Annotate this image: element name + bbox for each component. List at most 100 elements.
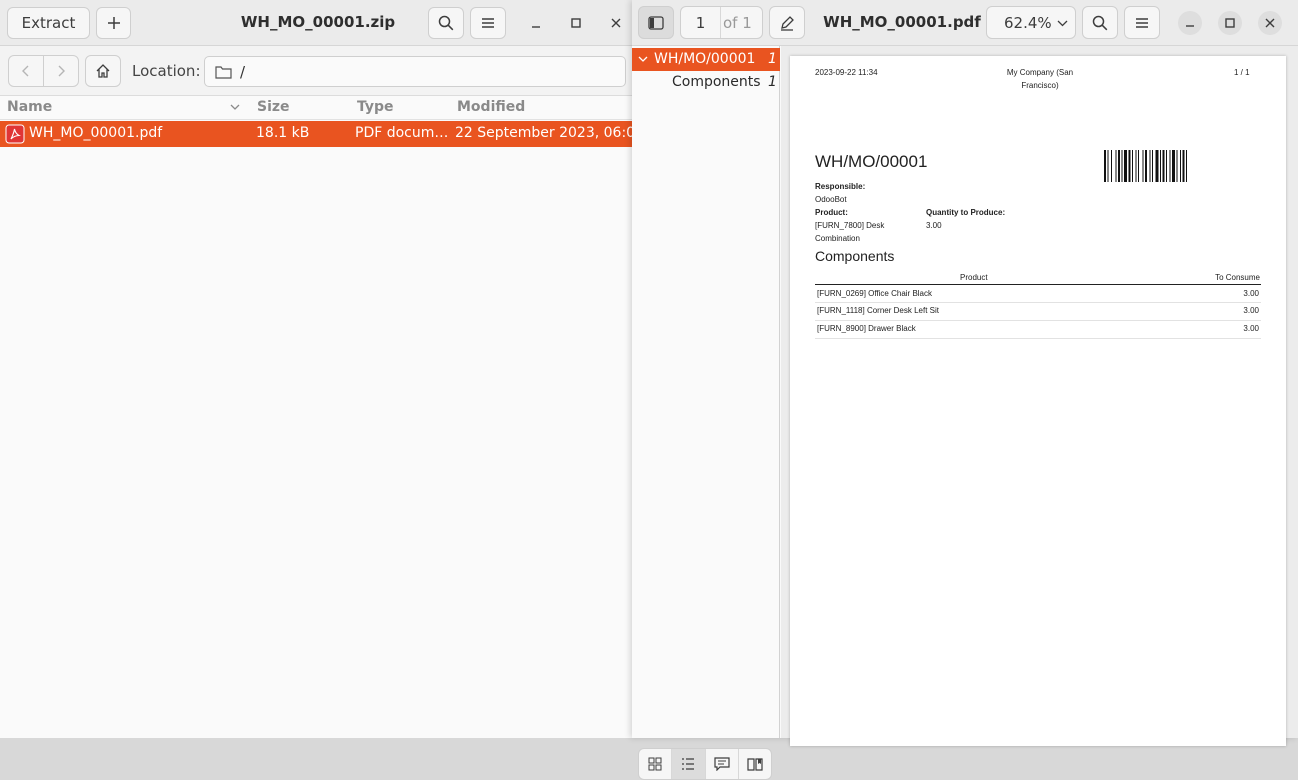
hamburger-icon (1136, 17, 1148, 28)
table-header-product: Product (960, 273, 988, 282)
component-product: [FURN_1118] Corner Desk Left Sit (817, 306, 939, 315)
archive-manager-window: Extract WH_MO_00001.zip Location: / Name… (0, 0, 644, 738)
quantity-value: 3.00 (926, 221, 942, 230)
expander-down-icon[interactable] (638, 56, 648, 63)
column-size-header[interactable]: Size (257, 99, 290, 115)
location-label: Location: (132, 62, 201, 80)
page-counter: 1 / 1 (1234, 68, 1250, 77)
product-value-line2: Combination (815, 234, 860, 243)
viewer-search-button[interactable] (1082, 6, 1118, 39)
components-heading: Components (815, 248, 895, 264)
mo-reference: WH/MO/00001 (815, 152, 928, 171)
component-product: [FURN_8900] Drawer Black (817, 324, 916, 333)
outline-item-root[interactable]: WH/MO/00001 1 (632, 48, 780, 71)
location-field[interactable]: / (204, 56, 626, 87)
file-list-header: Name Size Type Modified (0, 96, 634, 120)
outline-item-page: 1 (768, 51, 777, 67)
search-icon (1092, 15, 1108, 30)
archive-search-button[interactable] (428, 7, 464, 39)
maximize-icon (571, 18, 581, 28)
viewer-minimize-button[interactable] (1178, 11, 1202, 35)
archive-header-bar: Extract WH_MO_00001.zip (0, 0, 634, 46)
annotations-view-button[interactable] (706, 749, 739, 779)
page-count: of 1 (723, 14, 752, 32)
chevron-right-icon (58, 65, 65, 77)
outline-item-page: 1 (768, 74, 777, 90)
report-date: 2023-09-22 11:34 (815, 68, 878, 77)
sort-down-icon[interactable] (230, 104, 240, 112)
table-header-to-consume: To Consume (1215, 273, 1260, 282)
archive-menu-button[interactable] (470, 7, 506, 39)
archive-maximize-button[interactable] (564, 12, 588, 34)
zoom-level: 62.4% (1004, 13, 1052, 32)
component-qty: 3.00 (1243, 289, 1259, 298)
location-bar: Location: / (0, 46, 634, 96)
viewer-maximize-button[interactable] (1218, 11, 1242, 35)
page-number-input[interactable]: 1 (681, 7, 721, 38)
table-row-divider (815, 338, 1261, 339)
location-path: / (240, 62, 246, 81)
file-row[interactable]: WH_MO_00001.pdf 18.1 kB PDF docum… 22 Se… (0, 121, 644, 147)
pdf-file-icon (5, 124, 25, 144)
maximize-icon (1225, 18, 1235, 28)
thumbnails-view-button[interactable] (639, 749, 673, 779)
minimize-icon (532, 26, 540, 28)
file-size: 18.1 kB (256, 125, 310, 141)
sidebar-icon (648, 15, 664, 30)
archive-minimize-button[interactable] (524, 12, 548, 34)
company-name-line2: Francisco) (1021, 81, 1059, 90)
outline-item-label: Components (672, 74, 761, 90)
table-row-divider (815, 320, 1261, 321)
list-icon (682, 758, 695, 770)
annotate-button[interactable] (769, 6, 805, 39)
file-type: PDF docum… (355, 125, 449, 141)
folder-icon (215, 65, 232, 79)
quantity-label: Quantity to Produce: (926, 208, 1006, 217)
pdf-viewer-window: 1 of 1 WH_MO_00001.pdf 62.4% WH/MO/00001… (632, 0, 1298, 780)
column-type-header[interactable]: Type (357, 99, 394, 115)
outline-view-button[interactable] (672, 749, 706, 779)
search-icon (438, 15, 454, 31)
sidebar-toggle-button[interactable] (638, 6, 674, 39)
bookmarks-view-button[interactable] (739, 749, 771, 779)
add-files-button[interactable] (96, 7, 131, 39)
book-icon (747, 758, 763, 771)
outline-item-components[interactable]: Components 1 (632, 71, 780, 94)
extract-button[interactable]: Extract (7, 7, 90, 39)
component-qty: 3.00 (1243, 306, 1259, 315)
barcode (1104, 150, 1187, 182)
pdf-page: 2023-09-22 11:34 My Company (San Francis… (790, 56, 1286, 746)
viewer-close-button[interactable] (1258, 11, 1282, 35)
viewer-menu-button[interactable] (1124, 6, 1160, 39)
outline-item-label: WH/MO/00001 (654, 51, 756, 67)
pencil-icon (781, 15, 794, 31)
home-icon (96, 64, 110, 78)
component-qty: 3.00 (1243, 324, 1259, 333)
close-icon (611, 18, 621, 28)
page-navigation: 1 of 1 (680, 6, 763, 39)
company-name-line1: My Company (San (1006, 68, 1074, 77)
responsible-label: Responsible: (815, 182, 866, 191)
column-name-header[interactable]: Name (7, 99, 52, 115)
file-modified: 22 September 2023, 06:04 (455, 125, 644, 141)
comment-icon (714, 757, 730, 771)
grid-icon (648, 757, 662, 771)
table-row-divider (815, 302, 1261, 303)
home-button[interactable] (85, 55, 121, 87)
chevron-down-icon (1057, 20, 1068, 27)
product-value-line1: [FURN_7800] Desk (815, 221, 885, 230)
zoom-select[interactable]: 62.4% (986, 6, 1076, 39)
archive-window-title: WH_MO_00001.zip (240, 13, 396, 31)
column-modified-header[interactable]: Modified (457, 99, 525, 115)
document-view[interactable]: 2023-09-22 11:34 My Company (San Francis… (781, 46, 1298, 746)
back-button[interactable] (8, 55, 44, 87)
plus-icon (107, 17, 120, 29)
archive-close-button[interactable] (604, 12, 628, 34)
table-header-rule (815, 284, 1261, 285)
file-name: WH_MO_00001.pdf (29, 125, 163, 141)
component-product: [FURN_0269] Office Chair Black (817, 289, 933, 298)
forward-button[interactable] (43, 55, 79, 87)
viewer-window-title: WH_MO_00001.pdf (823, 13, 981, 31)
sidebar-view-switcher (638, 748, 772, 780)
viewer-header-bar: 1 of 1 WH_MO_00001.pdf 62.4% (632, 0, 1298, 46)
